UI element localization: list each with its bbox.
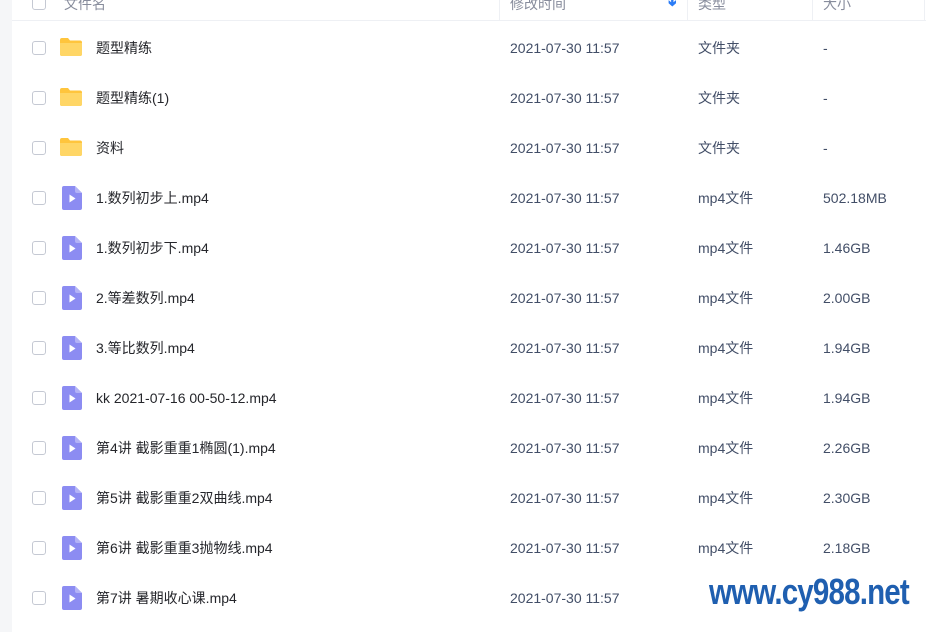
arrow-down-icon[interactable]: 🢃 [668, 0, 677, 14]
file-list-panel: 文件名 修改时间 🢃 类型 大小 题型精练 2021-07-30 11:57 文件夹… [12, 0, 926, 632]
column-header-name[interactable]: 文件名 [64, 0, 106, 14]
file-name[interactable]: 1.数列初步上.mp4 [96, 188, 209, 208]
file-row[interactable]: 1.数列初步上.mp4 2021-07-30 11:57 mp4文件 502.18MB [12, 173, 926, 223]
video-file-icon [62, 486, 82, 510]
file-size: - [823, 90, 828, 106]
folder-icon [60, 38, 82, 56]
column-separator [924, 0, 925, 20]
column-header-type[interactable]: 类型 [698, 0, 726, 14]
file-name[interactable]: 资料 [96, 138, 124, 158]
file-type: mp4文件 [698, 290, 754, 306]
column-separator [499, 0, 500, 20]
folder-icon [60, 88, 82, 106]
file-type: mp4文件 [698, 190, 754, 206]
file-type: mp4文件 [698, 340, 754, 356]
modified-time: 2021-07-30 11:57 [510, 340, 620, 356]
file-name[interactable]: kk 2021-07-16 00-50-12.mp4 [96, 388, 277, 408]
file-name[interactable]: 3.等比数列.mp4 [96, 338, 195, 358]
column-separator [812, 0, 813, 20]
video-file-icon [62, 236, 82, 260]
row-checkbox[interactable] [32, 41, 46, 55]
select-all-checkbox[interactable] [32, 0, 46, 10]
file-row[interactable]: 1.数列初步下.mp4 2021-07-30 11:57 mp4文件 1.46GB [12, 223, 926, 273]
modified-time: 2021-07-30 11:57 [510, 140, 620, 156]
row-checkbox[interactable] [32, 191, 46, 205]
file-list-header: 文件名 修改时间 🢃 类型 大小 [12, 0, 926, 21]
row-checkbox[interactable] [32, 141, 46, 155]
file-name[interactable]: 第7讲 暑期收心课.mp4 [96, 588, 237, 608]
row-checkbox[interactable] [32, 491, 46, 505]
file-size: 1.94GB [823, 390, 871, 406]
row-checkbox[interactable] [32, 91, 46, 105]
file-type: mp4文件 [698, 390, 754, 406]
file-type: 文件夹 [698, 90, 740, 106]
file-row[interactable]: 第4讲 截影重重1椭圆(1).mp4 2021-07-30 11:57 mp4文件 2… [12, 423, 926, 473]
file-row[interactable]: 第5讲 截影重重2双曲线.mp4 2021-07-30 11:57 mp4文件 2.3… [12, 473, 926, 523]
file-name[interactable]: 2.等差数列.mp4 [96, 288, 195, 308]
row-checkbox[interactable] [32, 291, 46, 305]
video-file-icon [62, 436, 82, 460]
file-size: 502.18MB [823, 190, 887, 206]
file-type: 文件夹 [698, 140, 740, 156]
file-name[interactable]: 1.数列初步下.mp4 [96, 238, 209, 258]
video-file-icon [62, 586, 82, 610]
file-row[interactable]: 2.等差数列.mp4 2021-07-30 11:57 mp4文件 2.00GB [12, 273, 926, 323]
modified-time: 2021-07-30 11:57 [510, 40, 620, 56]
row-checkbox[interactable] [32, 241, 46, 255]
column-header-time[interactable]: 修改时间 [510, 0, 566, 14]
video-file-icon [62, 286, 82, 310]
modified-time: 2021-07-30 11:57 [510, 390, 620, 406]
file-row[interactable]: kk 2021-07-16 00-50-12.mp4 2021-07-30 11:… [12, 373, 926, 423]
file-size: - [823, 40, 828, 56]
video-file-icon [62, 186, 82, 210]
modified-time: 2021-07-30 11:57 [510, 90, 620, 106]
row-checkbox[interactable] [32, 341, 46, 355]
modified-time: 2021-07-30 11:57 [510, 440, 620, 456]
video-file-icon [62, 336, 82, 360]
file-row[interactable]: 3.等比数列.mp4 2021-07-30 11:57 mp4文件 1.94GB [12, 323, 926, 373]
modified-time: 2021-07-30 11:57 [510, 290, 620, 306]
file-size: 1.46GB [823, 240, 871, 256]
row-checkbox[interactable] [32, 391, 46, 405]
file-size: 2.18GB [823, 540, 871, 556]
file-name[interactable]: 第6讲 截影重重3抛物线.mp4 [96, 538, 273, 558]
modified-time: 2021-07-30 11:57 [510, 240, 620, 256]
row-checkbox[interactable] [32, 441, 46, 455]
video-file-icon [62, 386, 82, 410]
video-file-icon [62, 536, 82, 560]
row-checkbox[interactable] [32, 541, 46, 555]
file-name[interactable]: 第5讲 截影重重2双曲线.mp4 [96, 488, 273, 508]
file-row[interactable]: 题型精练(1) 2021-07-30 11:57 文件夹 - [12, 73, 926, 123]
file-name[interactable]: 题型精练(1) [96, 88, 169, 108]
file-type: mp4文件 [698, 240, 754, 256]
column-separator [687, 0, 688, 20]
file-row[interactable]: 资料 2021-07-30 11:57 文件夹 - [12, 123, 926, 173]
file-size: 2.30GB [823, 490, 871, 506]
file-size: 2.26GB [823, 440, 871, 456]
modified-time: 2021-07-30 11:57 [510, 540, 620, 556]
file-name[interactable]: 第4讲 截影重重1椭圆(1).mp4 [96, 438, 276, 458]
modified-time: 2021-07-30 11:57 [510, 590, 620, 606]
modified-time: 2021-07-30 11:57 [510, 490, 620, 506]
file-type: 文件夹 [698, 40, 740, 56]
file-size: 1.94GB [823, 340, 871, 356]
modified-time: 2021-07-30 11:57 [510, 190, 620, 206]
file-size: 2.00GB [823, 290, 871, 306]
file-size: - [823, 140, 828, 156]
file-type: mp4文件 [698, 440, 754, 456]
file-type: mp4文件 [698, 540, 754, 556]
column-header-size[interactable]: 大小 [823, 0, 851, 14]
file-type: mp4文件 [698, 490, 754, 506]
folder-icon [60, 138, 82, 156]
file-row[interactable]: 题型精练 2021-07-30 11:57 文件夹 - [12, 23, 926, 73]
watermark-text: www.cy988.net [709, 571, 910, 612]
file-name[interactable]: 题型精练 [96, 38, 152, 58]
row-checkbox[interactable] [32, 591, 46, 605]
